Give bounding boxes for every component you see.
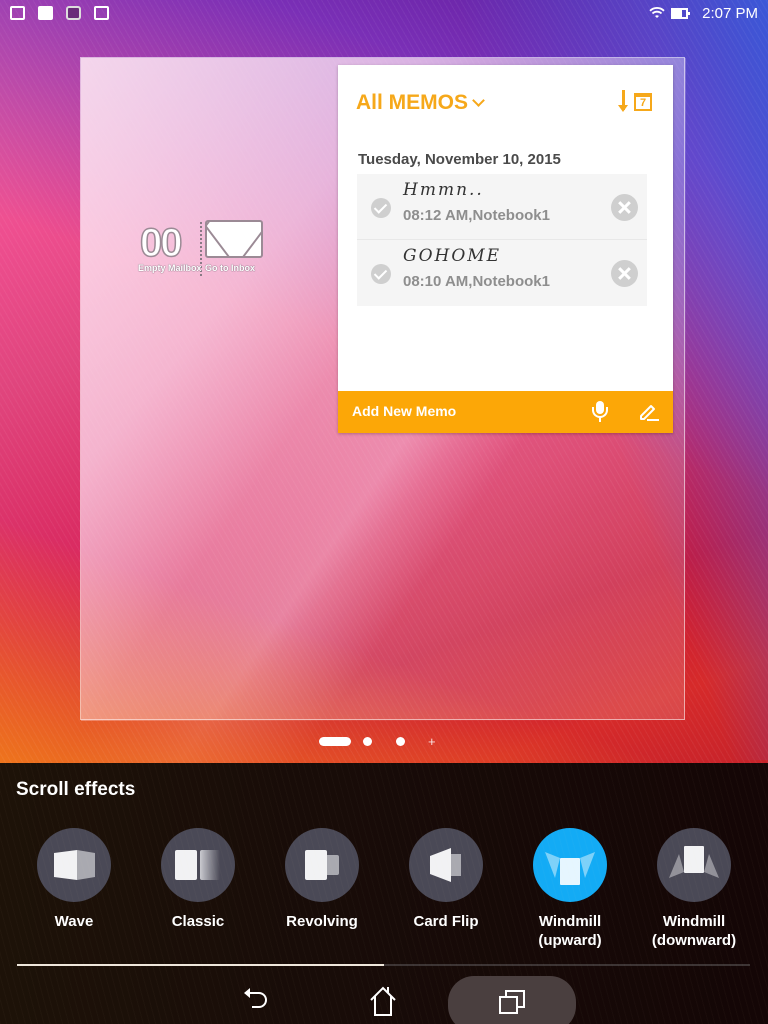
page-indicator: + [0,734,768,749]
effects-list: Wave Classic Revolving Card Flip Windmil… [0,828,768,958]
chevron-down-icon [472,93,485,107]
effect-revolving[interactable]: Revolving [262,828,382,931]
app-icon [66,6,81,20]
delete-icon[interactable] [611,260,638,287]
memo-list: Hmmn.. 08:12 AM,Notebook1 GOHOME 08:10 A… [357,174,647,306]
memo-handwriting: GOHOME [403,246,502,266]
add-new-memo-button[interactable]: Add New Memo [352,403,456,419]
notification-icons [10,6,109,20]
envelope-icon[interactable] [205,220,263,258]
unread-count: 00 [139,221,183,265]
memo-item[interactable]: GOHOME 08:10 AM,Notebook1 [357,240,647,306]
clock: 2:07 PM [702,4,758,22]
back-icon[interactable] [240,986,272,1016]
effect-label: Revolving [286,913,358,930]
store-icon [94,6,109,20]
memo-date-header: Tuesday, November 10, 2015 [358,151,561,168]
navigation-bar [0,976,768,1024]
microphone-icon[interactable] [592,401,608,423]
memo-header: All MEMOS 7 [338,65,673,141]
memo-meta: 08:12 AM,Notebook1 [403,207,550,224]
card-flip-icon [409,828,483,902]
effect-classic[interactable]: Classic [138,828,258,931]
photo-icon [38,6,53,20]
mail-widget[interactable]: 00 Empty Mailbox Go to Inbox [138,218,268,278]
calendar-icon: 7 [634,93,652,111]
memo-meta: 08:10 AM,Notebook1 [403,273,550,290]
system-status: 2:07 PM [649,5,758,22]
windmill-upward-icon [533,828,607,902]
status-bar: 2:07 PM [0,0,768,26]
effect-label: Wave [54,913,94,930]
pen-icon[interactable] [638,400,660,422]
memo-item[interactable]: Hmmn.. 08:12 AM,Notebook1 [357,174,647,240]
sort-by-date-icon[interactable]: 7 [618,90,654,116]
effects-scrollbar-thumb[interactable] [17,964,384,966]
wifi-icon [649,7,665,18]
windmill-downward-icon [657,828,731,902]
effect-wave[interactable]: Wave [14,828,134,931]
check-icon[interactable] [371,264,391,284]
recent-apps-icon[interactable] [498,989,528,1015]
effect-label: Classic [171,913,225,930]
wave-icon [37,828,111,902]
empty-mailbox-label: Empty Mailbox [138,263,202,273]
revolving-icon [285,828,359,902]
effect-windmill-upward[interactable]: Windmill (upward) [510,828,630,950]
effect-windmill-downward[interactable]: Windmill (downward) [634,828,754,950]
battery-icon [671,7,691,19]
memo-filter-dropdown[interactable]: All MEMOS [356,91,485,115]
go-to-inbox-label[interactable]: Go to Inbox [205,263,255,273]
memo-footer: Add New Memo [338,391,673,433]
effect-label: Windmill (downward) [651,913,737,949]
check-icon[interactable] [371,198,391,218]
gmail-icon [10,6,25,20]
memo-widget: All MEMOS 7 Tuesday, November 10, 2015 H… [338,65,673,433]
delete-icon[interactable] [611,194,638,221]
add-page-icon[interactable]: + [428,734,436,749]
effect-label: Card Flip [413,913,479,930]
effects-scrollbar[interactable] [17,964,750,966]
page-dot-active[interactable] [319,737,351,746]
effect-label: Windmill (upward) [538,913,602,949]
effect-card-flip[interactable]: Card Flip [386,828,506,931]
memo-handwriting: Hmmn.. [403,180,484,200]
panel-title: Scroll effects [16,779,136,800]
home-icon[interactable] [366,984,400,1018]
page-dot[interactable] [396,737,405,746]
page-dot[interactable] [363,737,372,746]
classic-icon [161,828,235,902]
memo-title: All MEMOS [356,91,469,114]
